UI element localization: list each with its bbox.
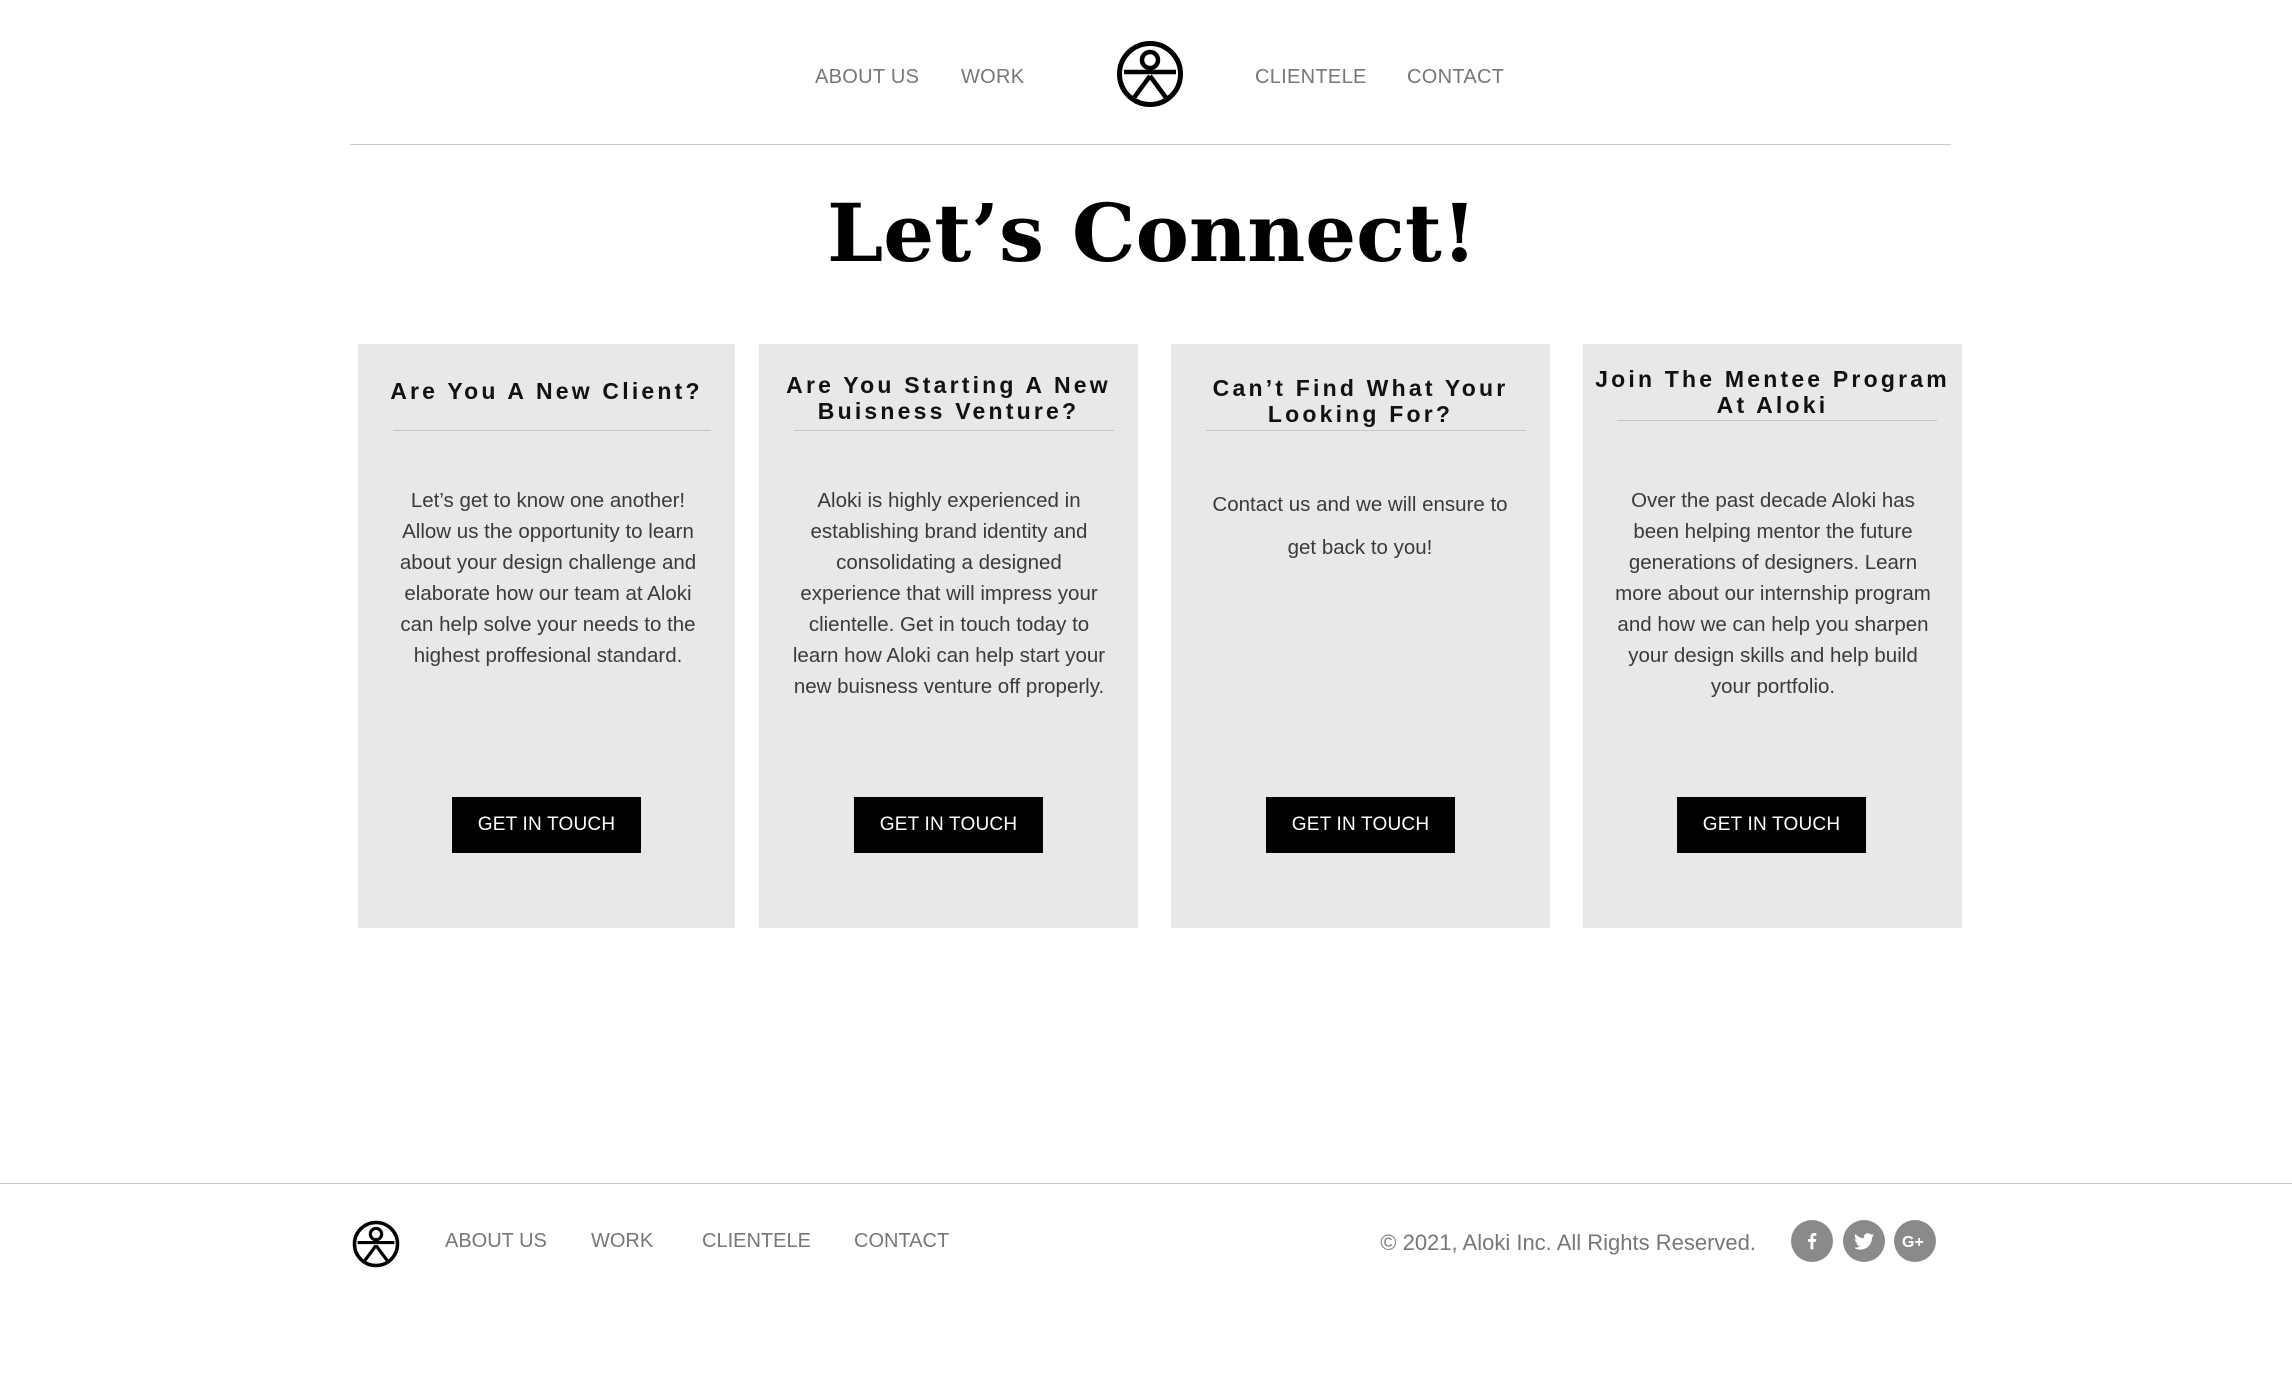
nav-clientele-link[interactable]: CLIENTELE — [1255, 64, 1367, 90]
nav-about-us-link[interactable]: ABOUT US — [815, 64, 919, 90]
card-heading: Can’t Find What Your Looking For? — [1212, 375, 1509, 427]
card-divider — [1617, 420, 1937, 421]
google-plus-icon[interactable]: G+ — [1894, 1220, 1936, 1262]
card-divider — [1206, 430, 1526, 431]
card-body: Let’s get to know one another! Allow us … — [399, 489, 697, 667]
aloki-logo-icon[interactable] — [1116, 40, 1184, 108]
get-in-touch-button[interactable]: GET IN TOUCH — [854, 797, 1043, 853]
footer-contact-link[interactable]: CONTACT — [854, 1228, 949, 1254]
get-in-touch-button[interactable]: GET IN TOUCH — [1677, 797, 1866, 853]
card-new-business: Are You Starting A New Buisness Venture?… — [759, 344, 1138, 928]
card-body: Aloki is highly experienced in establish… — [792, 489, 1106, 698]
nav-contact-link[interactable]: CONTACT — [1407, 64, 1504, 90]
card-heading: Are You Starting A New Buisness Venture? — [786, 372, 1111, 424]
card-heading: Join The Mentee Program At Aloki — [1595, 366, 1950, 418]
card-body: Over the past decade Aloki has been help… — [1615, 489, 1931, 698]
facebook-icon[interactable] — [1791, 1220, 1833, 1262]
card-cant-find: Can’t Find What Your Looking For? Contac… — [1171, 344, 1550, 928]
footer-divider — [0, 1183, 2292, 1184]
footer-work-link[interactable]: WORK — [591, 1228, 653, 1254]
footer-clientele-link[interactable]: CLIENTELE — [702, 1228, 811, 1254]
footer-about-us-link[interactable]: ABOUT US — [445, 1228, 547, 1254]
site-header: ABOUT US WORK CLIENTELE CONTACT — [0, 0, 2292, 146]
get-in-touch-button[interactable]: GET IN TOUCH — [452, 797, 641, 853]
get-in-touch-button[interactable]: GET IN TOUCH — [1266, 797, 1455, 853]
aloki-logo-icon[interactable] — [352, 1220, 400, 1268]
header-divider — [350, 144, 1951, 145]
card-divider — [794, 430, 1114, 431]
card-divider — [393, 430, 711, 431]
nav-work-link[interactable]: WORK — [961, 64, 1024, 90]
copyright-text: © 2021, Aloki Inc. All Rights Reserved. — [1380, 1230, 1756, 1255]
card-new-client: Are You A New Client? Let’s get to know … — [358, 344, 735, 928]
svg-text:G+: G+ — [1902, 1234, 1924, 1251]
card-body: Contact us and we will ensure to get bac… — [1212, 493, 1508, 559]
card-mentee-program: Join The Mentee Program At Aloki Over th… — [1583, 344, 1962, 928]
twitter-icon[interactable] — [1843, 1220, 1885, 1262]
card-heading: Are You A New Client? — [390, 378, 703, 404]
page-title: Let’s Connect! — [827, 186, 1477, 280]
